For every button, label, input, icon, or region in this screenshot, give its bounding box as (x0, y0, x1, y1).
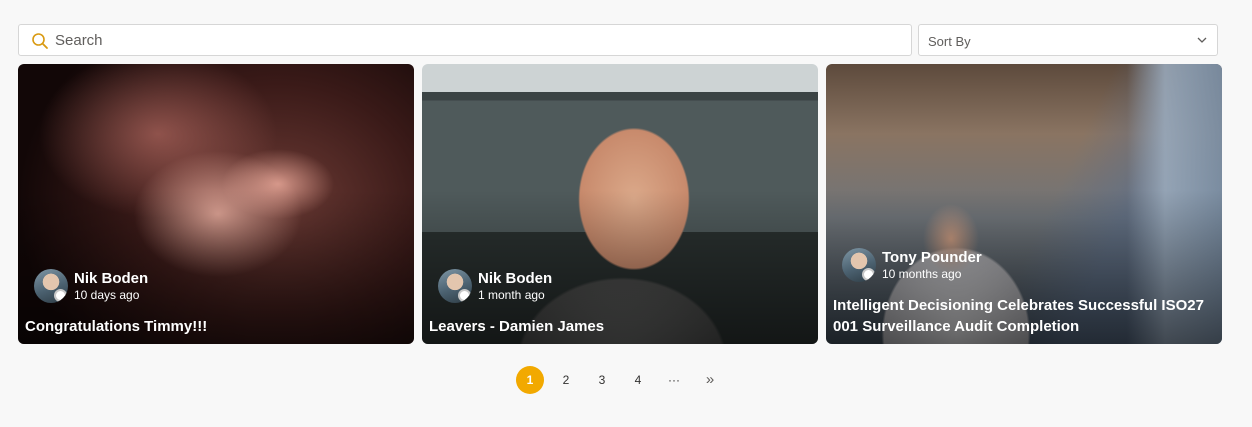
presence-icon (458, 289, 471, 302)
card-title: Congratulations Timmy!!! (25, 318, 208, 335)
card-title: Leavers - Damien James (429, 318, 605, 335)
news-card[interactable]: Tony Pounder 10 months ago Intelligent D… (826, 64, 1222, 344)
sort-label: Sort By (928, 34, 971, 49)
sort-dropdown[interactable]: Sort By (918, 24, 1218, 56)
post-date: 10 months ago (882, 266, 962, 281)
card-title: Intelligent Decisioning Celebrates Succe… (833, 297, 1204, 335)
avatar (438, 269, 472, 303)
page-3-button[interactable]: 3 (588, 366, 616, 394)
card-author: Tony Pounder 10 months ago (842, 247, 982, 283)
search-box[interactable] (18, 24, 912, 56)
news-card[interactable]: Nik Boden 1 month ago Leavers - Damien J… (422, 64, 818, 344)
author-name: Tony Pounder (882, 248, 982, 266)
page-1-button[interactable]: 1 (516, 366, 544, 394)
next-page-icon[interactable]: » (696, 366, 724, 394)
search-input[interactable] (55, 25, 895, 55)
page-2-button[interactable]: 2 (552, 366, 580, 394)
news-card[interactable]: Nik Boden 10 days ago Congratulations Ti… (18, 64, 414, 344)
avatar (34, 269, 68, 303)
chevron-down-icon (1197, 37, 1207, 43)
author-name: Nik Boden (74, 269, 149, 287)
page-4-button[interactable]: 4 (624, 366, 652, 394)
card-author: Nik Boden 1 month ago (438, 268, 552, 304)
page-ellipsis[interactable]: ··· (660, 366, 688, 394)
presence-icon (862, 268, 875, 281)
toolbar: Sort By (18, 24, 1218, 56)
search-icon (32, 33, 48, 49)
author-name: Nik Boden (478, 269, 553, 287)
presence-icon (54, 289, 67, 302)
post-date: 1 month ago (478, 287, 545, 302)
card-author: Nik Boden 10 days ago (34, 268, 148, 304)
post-date: 10 days ago (74, 287, 140, 302)
avatar (842, 248, 876, 282)
